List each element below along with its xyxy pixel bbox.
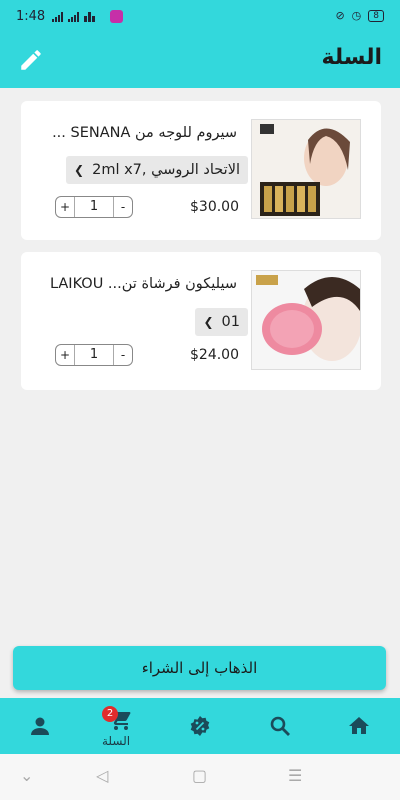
increment-button[interactable]: + — [56, 348, 74, 362]
increment-button[interactable]: + — [56, 200, 74, 214]
status-bar: 1:48 ⊘ ◷ 8 — [0, 0, 400, 32]
variant-label: الاتحاد الروسي ,2ml x7 — [92, 162, 240, 178]
app-bar: السلة — [0, 32, 400, 88]
page-title: السلة — [321, 45, 382, 70]
signal-icon — [68, 12, 79, 22]
cart-badge: 2 — [102, 706, 118, 722]
home-nav-icon[interactable]: ▢ — [192, 766, 207, 785]
alarm-icon: ◷ — [351, 9, 362, 22]
wifi-icon — [84, 12, 95, 22]
quantity-value[interactable]: 1 — [74, 197, 114, 217]
profile-icon[interactable] — [28, 714, 52, 738]
product-price: $30.00 — [190, 199, 239, 215]
edit-icon[interactable] — [18, 47, 44, 73]
system-nav-bar: ⌄ ◁ ▢ ☰ — [0, 754, 400, 800]
home-icon[interactable] — [347, 714, 371, 738]
battery-icon: 8 — [368, 9, 384, 22]
menu-icon[interactable]: ☰ — [288, 766, 302, 785]
back-icon[interactable]: ◁ — [96, 766, 108, 785]
chevron-down-icon: ❯ — [74, 163, 85, 177]
chevron-down-icon[interactable]: ⌄ — [20, 766, 33, 785]
quantity-value[interactable]: 1 — [74, 345, 114, 365]
decrement-button[interactable]: - — [114, 348, 132, 362]
product-price: $24.00 — [190, 347, 239, 363]
product-name[interactable]: سيليكون فرشاة تن... LAIKOU — [39, 276, 237, 292]
status-time: 1:48 — [16, 9, 46, 24]
discount-icon[interactable] — [188, 714, 212, 738]
product-image[interactable] — [251, 119, 361, 219]
mute-icon: ⊘ — [335, 9, 345, 22]
instagram-icon — [110, 10, 123, 23]
product-name[interactable]: سيروم للوجه من SENANA ... — [39, 125, 237, 141]
quantity-stepper: + 1 - — [55, 196, 133, 218]
decrement-button[interactable]: - — [114, 200, 132, 214]
nav-label-cart: السلة — [102, 734, 131, 748]
variant-label: 01 — [221, 314, 240, 330]
signal-icon — [52, 12, 63, 22]
checkout-button[interactable]: الذهاب إلى الشراء — [13, 646, 386, 690]
variant-select[interactable]: 01 ❯ — [195, 308, 248, 336]
status-right: ⊘ ◷ 8 — [335, 9, 384, 22]
product-image[interactable] — [251, 270, 361, 370]
variant-select[interactable]: الاتحاد الروسي ,2ml x7 ❯ — [66, 156, 248, 184]
search-icon[interactable] — [268, 714, 292, 738]
quantity-stepper: + 1 - — [55, 344, 133, 366]
chevron-down-icon: ❯ — [203, 315, 214, 329]
bottom-nav — [0, 698, 400, 754]
